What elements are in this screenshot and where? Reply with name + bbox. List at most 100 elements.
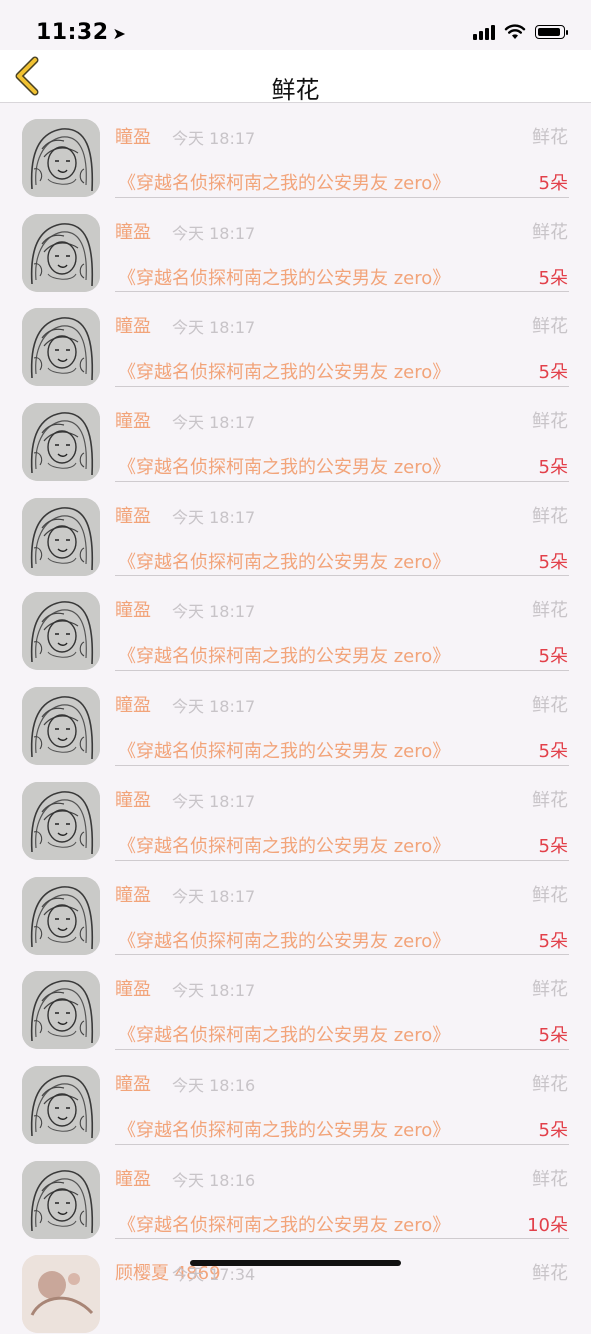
list-item[interactable]: 瞳盈 今天 18:17 鲜花 《穿越名侦探柯南之我的公安男友 zero》 5朵 — [0, 482, 591, 577]
avatar[interactable] — [22, 119, 100, 197]
book-title[interactable]: 《穿越名侦探柯南之我的公安男友 zero》 — [118, 453, 450, 479]
avatar[interactable] — [22, 497, 100, 576]
page-title: 鲜花 — [271, 76, 320, 104]
book-title[interactable]: 《穿越名侦探柯南之我的公安男友 zero》 — [118, 548, 450, 574]
avatar-sketch-icon — [22, 403, 100, 482]
status-time-text: 11:32 — [36, 20, 109, 45]
user-name[interactable]: 瞳盈 — [115, 1070, 151, 1096]
avatar[interactable] — [22, 687, 100, 766]
list-item[interactable]: 瞳盈 今天 18:17 鲜花 《穿越名侦探柯南之我的公安男友 zero》 5朵 — [0, 955, 591, 1050]
book-title[interactable]: 《穿越名侦探柯南之我的公安男友 zero》 — [118, 1116, 450, 1142]
book-title[interactable]: 《穿越名侦探柯南之我的公安男友 zero》 — [118, 737, 450, 763]
user-name[interactable]: 瞳盈 — [115, 596, 151, 622]
avatar[interactable] — [22, 876, 100, 955]
gift-type: 鲜花 — [532, 1263, 568, 1285]
avatar-sketch-icon — [22, 687, 100, 766]
battery-icon — [535, 25, 568, 39]
book-title[interactable]: 《穿越名侦探柯南之我的公安男友 zero》 — [118, 832, 450, 858]
timestamp: 今天 18:17 — [172, 129, 256, 148]
user-name[interactable]: 瞳盈 — [115, 881, 151, 907]
gift-type: 鲜花 — [532, 884, 568, 906]
avatar[interactable] — [22, 971, 100, 1050]
book-title[interactable]: 《穿越名侦探柯南之我的公安男友 zero》 — [118, 642, 450, 668]
user-name[interactable]: 瞳盈 — [115, 975, 151, 1001]
wifi-icon — [504, 24, 526, 39]
gift-count: 5朵 — [538, 741, 568, 763]
avatar-sketch-icon — [22, 781, 100, 860]
avatar[interactable] — [22, 213, 100, 292]
avatar-sketch-icon — [22, 876, 100, 955]
list-item[interactable]: 瞳盈 今天 18:17 鲜花 《穿越名侦探柯南之我的公安男友 zero》 5朵 — [0, 292, 591, 388]
avatar-sketch-icon — [22, 592, 100, 671]
user-name[interactable]: 瞳盈 — [115, 407, 151, 433]
list-item[interactable]: 瞳盈 今天 18:17 鲜花 《穿越名侦探柯南之我的公安男友 zero》 5朵 — [0, 766, 591, 861]
list-item[interactable]: 瞳盈 今天 18:17 鲜花 《穿越名侦探柯南之我的公安男友 zero》 5朵 — [0, 671, 591, 766]
avatar[interactable] — [22, 1065, 100, 1144]
timestamp: 今天 18:17 — [172, 886, 256, 906]
avatar-sketch-icon — [22, 1065, 100, 1144]
list-item[interactable]: 瞳盈 今天 18:17 鲜花 《穿越名侦探柯南之我的公安男友 zero》 5朵 — [0, 387, 591, 482]
gift-type: 鲜花 — [532, 316, 568, 338]
timestamp: 今天 18:17 — [172, 413, 256, 433]
gift-count: 5朵 — [538, 646, 568, 668]
gift-type: 鲜花 — [532, 789, 568, 811]
user-name[interactable]: 瞳盈 — [115, 502, 151, 528]
gift-type: 鲜花 — [532, 221, 568, 243]
gift-count: 5朵 — [538, 551, 568, 573]
avatar-sketch-icon — [22, 119, 100, 197]
list-item[interactable]: 瞳盈 今天 18:17 鲜花 《穿越名侦探柯南之我的公安男友 zero》 5朵 — [0, 103, 591, 198]
gift-list: 瞳盈 今天 18:17 鲜花 《穿越名侦探柯南之我的公安男友 zero》 5朵 … — [0, 103, 591, 1334]
status-icons — [473, 24, 568, 40]
list-item[interactable]: 瞳盈 今天 18:16 鲜花 《穿越名侦探柯南之我的公安男友 zero》 5朵 — [0, 1050, 591, 1145]
user-name[interactable]: 瞳盈 — [115, 123, 151, 149]
book-title[interactable]: 《穿越名侦探柯南之我的公安男友 zero》 — [118, 358, 450, 384]
gift-count: 5朵 — [538, 173, 568, 194]
book-title[interactable]: 《穿越名侦探柯南之我的公安男友 zero》 — [118, 1021, 450, 1047]
status-time: 11:32 ➤ — [36, 20, 126, 45]
location-arrow-icon: ➤ — [112, 24, 127, 43]
gift-count: 5朵 — [538, 835, 568, 857]
timestamp: 今天 18:17 — [172, 507, 256, 527]
timestamp: 今天 18:17 — [172, 602, 256, 622]
user-name[interactable]: 瞳盈 — [115, 312, 151, 338]
user-name[interactable]: 瞳盈 — [115, 691, 151, 717]
list-item[interactable]: 瞳盈 今天 18:17 鲜花 《穿越名侦探柯南之我的公安男友 zero》 5朵 — [0, 198, 591, 293]
avatar[interactable] — [22, 781, 100, 860]
gift-type: 鲜花 — [532, 505, 568, 527]
avatar-illustration-icon — [22, 1255, 100, 1334]
gift-count: 5朵 — [538, 267, 568, 289]
gift-type: 鲜花 — [532, 411, 568, 433]
avatar-sketch-icon — [22, 213, 100, 292]
gift-count: 5朵 — [538, 457, 568, 479]
book-title[interactable]: 《穿越名侦探柯南之我的公安男友 zero》 — [118, 264, 450, 290]
list-item[interactable]: 瞳盈 今天 18:16 鲜花 《穿越名侦探柯南之我的公安男友 zero》 10朵 — [0, 1145, 591, 1240]
home-indicator — [190, 1260, 401, 1266]
gift-type: 鲜花 — [532, 1073, 568, 1095]
timestamp: 今天 18:17 — [172, 223, 256, 243]
book-title[interactable]: 《穿越名侦探柯南之我的公安男友 zero》 — [118, 169, 450, 195]
user-name[interactable]: 瞳盈 — [115, 786, 151, 812]
list-item[interactable]: 瞳盈 今天 18:17 鲜花 《穿越名侦探柯南之我的公安男友 zero》 5朵 — [0, 861, 591, 956]
gift-type: 鲜花 — [532, 600, 568, 622]
avatar[interactable] — [22, 308, 100, 387]
avatar[interactable] — [22, 1160, 100, 1239]
list-item[interactable]: 瞳盈 今天 18:17 鲜花 《穿越名侦探柯南之我的公安男友 zero》 5朵 — [0, 576, 591, 672]
gift-count: 5朵 — [538, 1025, 568, 1047]
user-name[interactable]: 瞳盈 — [115, 1165, 151, 1191]
timestamp: 今天 18:17 — [172, 981, 256, 1001]
avatar[interactable] — [22, 1255, 100, 1334]
timestamp: 今天 18:16 — [172, 1170, 256, 1190]
list-item[interactable]: 顾樱夏 4869 今天 17:34 鲜花 — [0, 1239, 591, 1334]
avatar[interactable] — [22, 592, 100, 671]
avatar-sketch-icon — [22, 497, 100, 576]
avatar[interactable] — [22, 403, 100, 482]
gift-type: 鲜花 — [532, 1168, 568, 1190]
book-title[interactable]: 《穿越名侦探柯南之我的公安男友 zero》 — [118, 927, 450, 953]
book-title[interactable]: 《穿越名侦探柯南之我的公安男友 zero》 — [118, 1211, 450, 1237]
user-name[interactable]: 瞳盈 — [115, 218, 151, 244]
timestamp: 今天 18:17 — [172, 318, 256, 338]
gift-count: 5朵 — [538, 930, 568, 952]
timestamp: 今天 18:17 — [172, 697, 256, 717]
timestamp: 今天 18:16 — [172, 1075, 256, 1095]
timestamp: 今天 18:17 — [172, 791, 256, 811]
